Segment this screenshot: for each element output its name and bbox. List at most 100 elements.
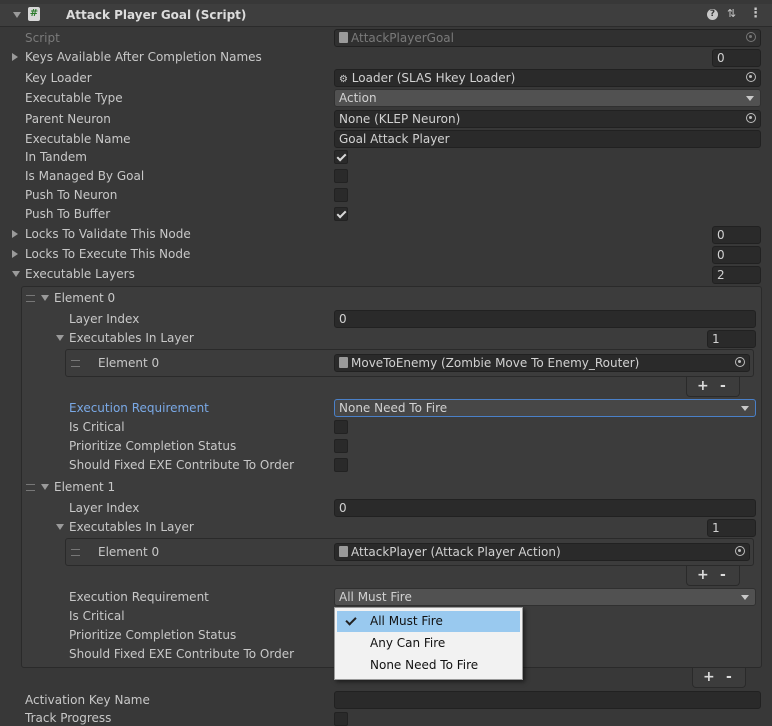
menu-item-label: All Must Fire [370,614,443,628]
menu-item-all-must-fire[interactable]: All Must Fire [337,611,520,632]
drag-handle-icon[interactable] [71,360,80,367]
layer-index-label: Layer Index [69,501,140,515]
foldout-arrow-icon[interactable] [12,230,18,238]
execution-requirement-label: Execution Requirement [69,401,209,415]
menu-item-label: None Need To Fire [370,658,479,672]
execution-requirement-label: Execution Requirement [69,590,209,604]
script-label: Script [25,31,60,45]
executables-size-field[interactable]: 1 [707,330,756,348]
prioritize-completion-label: Prioritize Completion Status [69,439,237,453]
foldout-arrow-icon[interactable] [12,53,18,61]
exec-type-label: Executable Type [25,91,123,105]
executable-object-field[interactable]: AttackPlayer (Attack Player Action) [334,543,750,561]
executables-in-layer-label[interactable]: Executables In Layer [69,330,194,346]
execution-requirement-menu: All Must Fire Any Can Fire None Need To … [334,607,523,680]
component-title: Attack Player Goal (Script) [66,8,247,22]
exec-name-label: Executable Name [25,132,131,146]
foldout-arrow-icon[interactable] [12,250,18,258]
fixed-exe-checkbox[interactable] [334,458,348,472]
foldout-arrow-icon[interactable] [41,484,49,490]
menu-item-none-need-to-fire[interactable]: None Need To Fire [337,655,520,676]
execution-requirement-dropdown[interactable]: All Must Fire [334,588,756,606]
menu-item-label: Any Can Fire [370,636,446,650]
locks-execute-size-field[interactable]: 0 [712,246,761,264]
component-header[interactable]: # Attack Player Goal (Script) ? ⇅ ⋮ [0,4,772,27]
in-tandem-checkbox[interactable] [334,150,348,164]
foldout-arrow-icon[interactable] [12,271,20,277]
managed-by-goal-label: Is Managed By Goal [25,169,145,183]
execution-requirement-value: All Must Fire [339,590,412,604]
fixed-exe-label: Should Fixed EXE Contribute To Order [69,458,295,472]
fixed-exe-label: Should Fixed EXE Contribute To Order [69,647,295,661]
activation-key-input[interactable] [334,691,761,709]
drag-handle-icon[interactable] [71,549,80,556]
object-picker-icon[interactable] [746,72,756,82]
remove-element-button[interactable]: - [720,378,726,394]
exec-type-value: Action [339,91,377,105]
remove-element-button[interactable]: - [720,567,726,583]
prioritize-completion-checkbox[interactable] [334,439,348,453]
script-asset-icon [339,546,348,557]
push-to-neuron-checkbox[interactable] [334,188,348,202]
drag-handle-icon[interactable] [26,484,35,491]
layer-index-input[interactable]: 0 [334,310,756,328]
dropdown-arrow-icon [741,595,749,600]
add-element-button[interactable]: + [697,378,709,394]
dropdown-arrow-icon [741,406,749,411]
parent-neuron-label: Parent Neuron [25,112,111,126]
key-loader-field[interactable]: ⚙ Loader (SLAS Hkey Loader) [334,69,761,87]
help-icon[interactable]: ? [707,9,718,20]
loader-asset-icon: ⚙ [339,74,348,85]
remove-element-button[interactable]: - [726,669,732,685]
list-footer: + - [686,377,740,397]
foldout-arrow-icon[interactable] [56,335,64,341]
keys-names-label[interactable]: Keys Available After Completion Names [25,49,262,65]
foldout-arrow-icon[interactable] [41,295,49,301]
push-to-buffer-checkbox[interactable] [334,207,348,221]
script-value: AttackPlayerGoal [351,31,454,45]
object-picker-icon [746,32,756,42]
foldout-arrow-icon[interactable] [13,12,21,18]
layer-index-label: Layer Index [69,312,140,326]
track-progress-checkbox[interactable] [334,712,348,726]
presets-icon[interactable]: ⇅ [727,8,738,20]
foldout-arrow-icon[interactable] [56,524,64,530]
executables-size-field[interactable]: 1 [707,519,756,537]
managed-by-goal-checkbox[interactable] [334,169,348,183]
execution-requirement-dropdown[interactable]: None Need To Fire [334,399,756,417]
prioritize-completion-label: Prioritize Completion Status [69,628,237,642]
drag-handle-icon[interactable] [26,295,35,302]
key-loader-value: Loader (SLAS Hkey Loader) [351,71,516,85]
executable-object-value: MoveToEnemy (Zombie Move To Enemy_Router… [351,356,640,370]
track-progress-label: Track Progress [25,711,112,725]
keys-names-size-field[interactable]: 0 [712,49,761,67]
parent-neuron-value: None (KLEP Neuron) [339,112,461,126]
executable-layers-label[interactable]: Executable Layers [25,266,135,282]
layer-index-input[interactable]: 0 [334,499,756,517]
kebab-menu-icon[interactable]: ⋮ [749,7,762,21]
element-1-title[interactable]: Element 1 [54,479,115,495]
script-component-icon: # [28,7,40,21]
exec-name-input[interactable]: Goal Attack Player [334,130,761,148]
execution-requirement-value: None Need To Fire [339,401,448,415]
executable-object-field[interactable]: MoveToEnemy (Zombie Move To Enemy_Router… [334,354,750,372]
object-picker-icon[interactable] [746,113,756,123]
object-picker-icon[interactable] [735,357,745,367]
parent-neuron-field[interactable]: None (KLEP Neuron) [334,110,761,128]
locks-execute-label[interactable]: Locks To Execute This Node [25,246,190,262]
menu-item-any-can-fire[interactable]: Any Can Fire [337,633,520,654]
object-picker-icon[interactable] [735,546,745,556]
locks-validate-label[interactable]: Locks To Validate This Node [25,226,191,242]
element-0-title[interactable]: Element 0 [54,290,115,306]
executable-layers-size-field[interactable]: 2 [712,266,761,284]
activation-key-label: Activation Key Name [25,693,150,707]
locks-validate-size-field[interactable]: 0 [712,226,761,244]
add-element-button[interactable]: + [703,669,715,685]
executable-object-value: AttackPlayer (Attack Player Action) [351,545,561,559]
add-element-button[interactable]: + [697,567,709,583]
exec-type-dropdown[interactable]: Action [334,89,761,107]
is-critical-checkbox[interactable] [334,420,348,434]
executables-in-layer-label[interactable]: Executables In Layer [69,519,194,535]
script-field: AttackPlayerGoal [334,29,761,47]
checkmark-icon [345,614,357,626]
